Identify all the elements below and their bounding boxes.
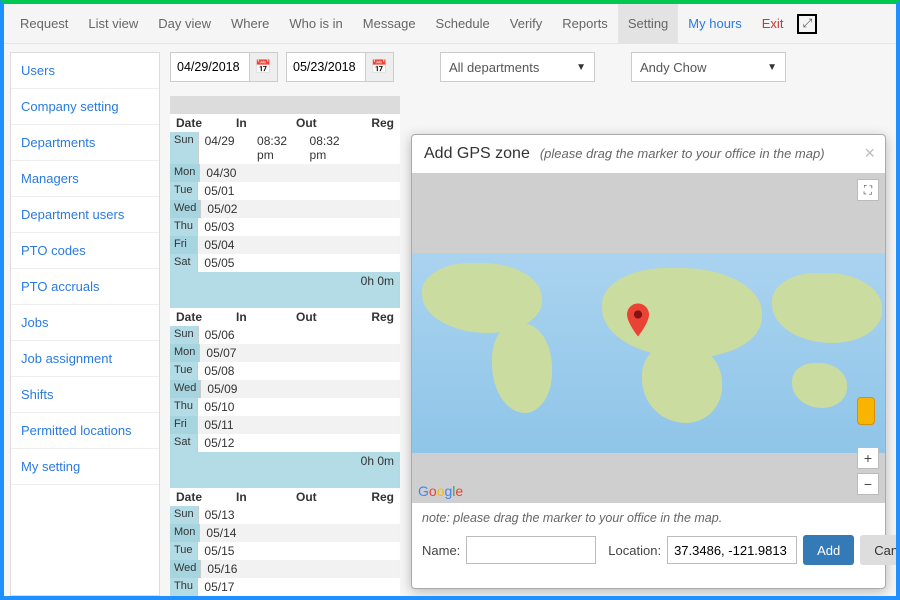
nav-verify[interactable]: Verify bbox=[500, 4, 553, 44]
calendar-icon[interactable]: 📅 bbox=[365, 53, 393, 81]
zone-name-input[interactable] bbox=[466, 536, 596, 564]
grid-header-row: DateInOutReg bbox=[170, 488, 400, 506]
map-canvas[interactable]: ⛶ + − Google bbox=[412, 173, 885, 503]
zoom-in-button[interactable]: + bbox=[857, 447, 879, 469]
modal-header: Add GPS zone (please drag the marker to … bbox=[412, 135, 885, 173]
table-row[interactable]: Mon05/07 bbox=[170, 344, 400, 362]
user-select[interactable]: Andy Chow ▼ bbox=[631, 52, 786, 82]
chevron-down-icon: ▼ bbox=[767, 62, 777, 73]
sidebar-item-department-users[interactable]: Department users bbox=[11, 197, 159, 233]
nav-request[interactable]: Request bbox=[10, 4, 78, 44]
table-row[interactable]: Mon05/14 bbox=[170, 524, 400, 542]
gps-zone-modal: × Add GPS zone (please drag the marker t… bbox=[411, 134, 886, 589]
nav-schedule[interactable]: Schedule bbox=[426, 4, 500, 44]
table-row[interactable]: Sun04/2908:32 pm08:32 pm bbox=[170, 132, 400, 164]
map-controls: + − bbox=[857, 397, 879, 495]
modal-title: Add GPS zone bbox=[424, 145, 530, 163]
nav-my-hours[interactable]: My hours bbox=[678, 4, 751, 44]
zoom-out-button[interactable]: − bbox=[857, 473, 879, 495]
grid-header-row: DateInOutReg bbox=[170, 308, 400, 326]
modal-note: note: please drag the marker to your off… bbox=[422, 511, 875, 525]
department-value: All departments bbox=[449, 60, 539, 75]
calendar-icon[interactable]: 📅 bbox=[249, 53, 277, 81]
table-row[interactable]: Fri05/11 bbox=[170, 416, 400, 434]
nav-day-view[interactable]: Day view bbox=[148, 4, 221, 44]
location-label: Location: bbox=[608, 543, 661, 558]
table-row[interactable]: Tue05/01 bbox=[170, 182, 400, 200]
nav-exit[interactable]: Exit bbox=[752, 4, 794, 44]
cancel-button[interactable]: Cancel bbox=[860, 535, 900, 565]
table-row[interactable]: Thu05/03 bbox=[170, 218, 400, 236]
sidebar-item-users[interactable]: Users bbox=[11, 53, 159, 89]
table-row[interactable]: Sat05/12 bbox=[170, 434, 400, 452]
sidebar-item-job-assignment[interactable]: Job assignment bbox=[11, 341, 159, 377]
sidebar-item-shifts[interactable]: Shifts bbox=[11, 377, 159, 413]
nav-list-view[interactable]: List view bbox=[78, 4, 148, 44]
week-summary: 0h 0m bbox=[170, 452, 400, 470]
sidebar-item-jobs[interactable]: Jobs bbox=[11, 305, 159, 341]
table-row[interactable]: Tue05/08 bbox=[170, 362, 400, 380]
user-value: Andy Chow bbox=[640, 60, 706, 75]
pegman-icon[interactable] bbox=[857, 397, 875, 425]
sidebar-item-my-setting[interactable]: My setting bbox=[11, 449, 159, 485]
date-to-input[interactable] bbox=[287, 53, 365, 81]
date-from: 📅 bbox=[170, 52, 278, 82]
department-select[interactable]: All departments ▼ bbox=[440, 52, 595, 82]
table-row[interactable]: Sat05/05 bbox=[170, 254, 400, 272]
location-input[interactable] bbox=[667, 536, 797, 564]
table-row[interactable]: Thu05/17 bbox=[170, 578, 400, 596]
chevron-down-icon: ▼ bbox=[576, 62, 586, 73]
table-row[interactable]: Mon04/30 bbox=[170, 164, 400, 182]
sidebar-item-managers[interactable]: Managers bbox=[11, 161, 159, 197]
sidebar-item-pto-codes[interactable]: PTO codes bbox=[11, 233, 159, 269]
table-row[interactable]: Wed05/02 bbox=[170, 200, 400, 218]
nav-reports[interactable]: Reports bbox=[552, 4, 618, 44]
modal-form: Name: Location: Add Cancel bbox=[422, 535, 875, 565]
modal-footer: note: please drag the marker to your off… bbox=[412, 503, 885, 575]
sidebar: UsersCompany settingDepartmentsManagersD… bbox=[10, 52, 160, 596]
nav-who-is-in[interactable]: Who is in bbox=[279, 4, 352, 44]
app-frame: RequestList viewDay viewWhereWho is inMe… bbox=[0, 0, 900, 600]
date-from-input[interactable] bbox=[171, 53, 249, 81]
expand-icon[interactable]: ⤢ bbox=[797, 14, 817, 34]
map-marker[interactable] bbox=[627, 303, 649, 340]
filter-bar: 📅 📅 All departments ▼ Andy Chow ▼ bbox=[170, 52, 890, 82]
table-row[interactable]: Fri05/04 bbox=[170, 236, 400, 254]
modal-subtitle: (please drag the marker to your office i… bbox=[540, 146, 825, 161]
timesheet-grid: DateInOutRegSun04/2908:32 pm08:32 pmMon0… bbox=[170, 96, 400, 600]
top-nav: RequestList viewDay viewWhereWho is inMe… bbox=[4, 4, 896, 44]
nav-message[interactable]: Message bbox=[353, 4, 426, 44]
grid-header-row: DateInOutReg bbox=[170, 114, 400, 132]
table-row[interactable]: Thu05/10 bbox=[170, 398, 400, 416]
name-label: Name: bbox=[422, 543, 460, 558]
nav-where[interactable]: Where bbox=[221, 4, 279, 44]
table-row[interactable]: Sun05/13 bbox=[170, 506, 400, 524]
google-logo: Google bbox=[418, 483, 463, 499]
nav-setting[interactable]: Setting bbox=[618, 4, 678, 44]
close-icon[interactable]: × bbox=[864, 143, 875, 164]
table-row[interactable]: Wed05/16 bbox=[170, 560, 400, 578]
fullscreen-icon[interactable]: ⛶ bbox=[857, 179, 879, 201]
week-summary: 0h 0m bbox=[170, 272, 400, 290]
date-to: 📅 bbox=[286, 52, 394, 82]
add-button[interactable]: Add bbox=[803, 535, 854, 565]
table-row[interactable]: Tue05/15 bbox=[170, 542, 400, 560]
table-row[interactable]: Sun05/06 bbox=[170, 326, 400, 344]
table-row[interactable]: Wed05/09 bbox=[170, 380, 400, 398]
sidebar-item-pto-accruals[interactable]: PTO accruals bbox=[11, 269, 159, 305]
sidebar-item-company-setting[interactable]: Company setting bbox=[11, 89, 159, 125]
sidebar-item-departments[interactable]: Departments bbox=[11, 125, 159, 161]
sidebar-item-permitted-locations[interactable]: Permitted locations bbox=[11, 413, 159, 449]
